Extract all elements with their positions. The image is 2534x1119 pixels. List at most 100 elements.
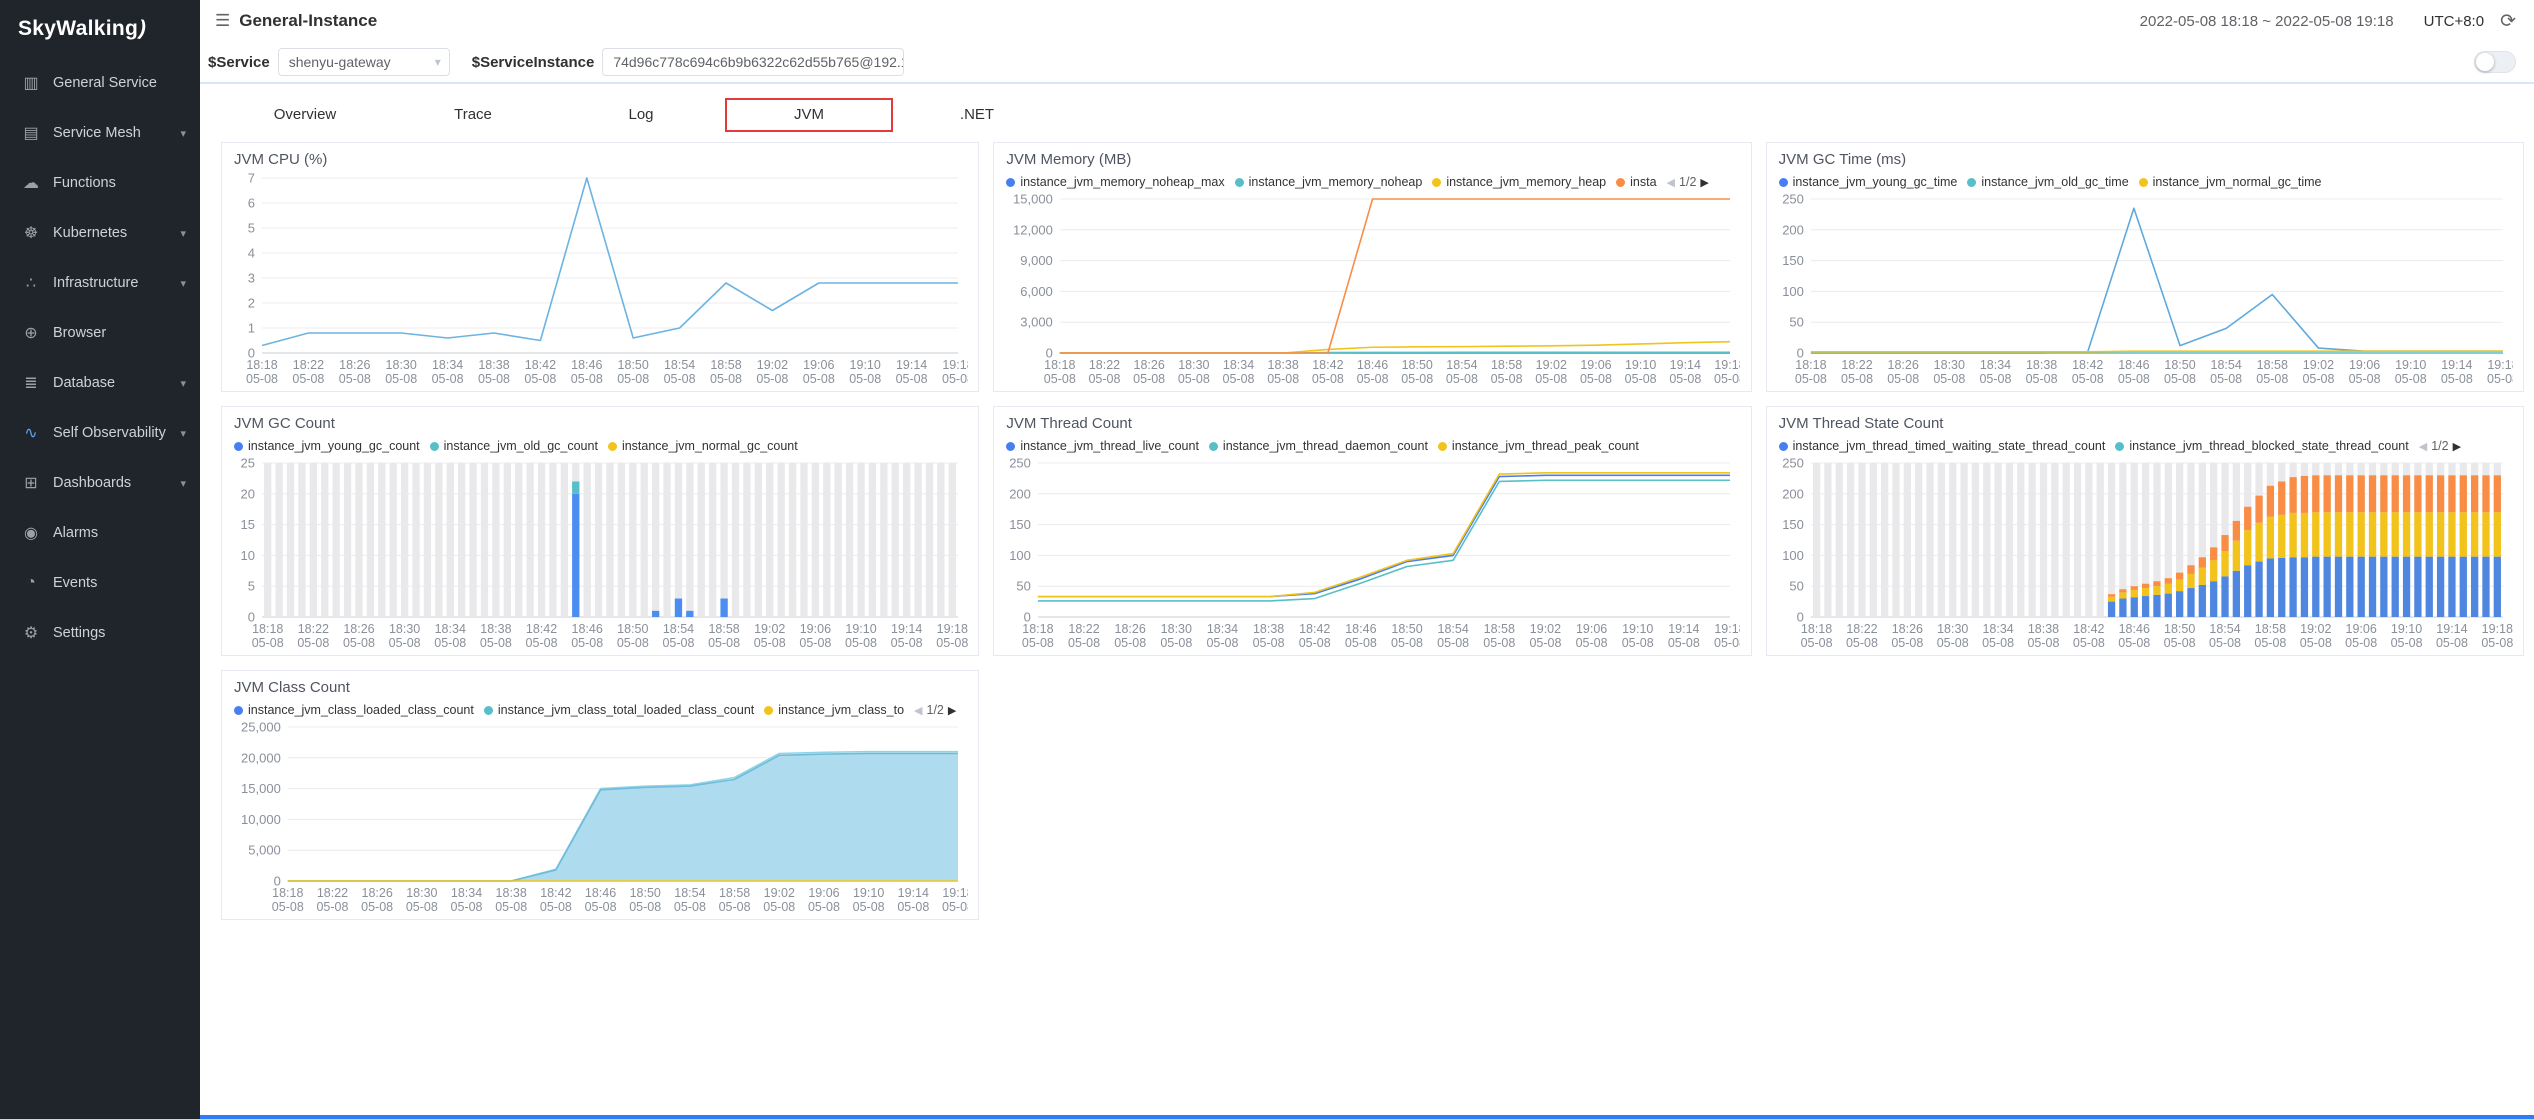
legend-item[interactable]: instance_jvm_old_gc_count [430, 439, 598, 453]
legend-next-icon[interactable]: ▶ [948, 704, 956, 717]
svg-text:18:3005-08: 18:3005-08 [389, 622, 421, 650]
panel-jvm-gc-time: JVM GC Time (ms)instance_jvm_young_gc_ti… [1766, 142, 2524, 392]
legend-item[interactable]: instance_jvm_thread_live_count [1006, 439, 1199, 453]
sidebar-item-kubernetes[interactable]: ☸Kubernetes▾ [0, 208, 200, 258]
legend-item[interactable]: instance_jvm_class_loaded_class_count [234, 703, 474, 717]
timezone-label[interactable]: UTC+8:0 [2424, 13, 2484, 30]
svg-text:4: 4 [248, 246, 255, 261]
legend-label: insta [1630, 175, 1656, 189]
legend-prev-icon[interactable]: ◀ [2419, 440, 2427, 453]
svg-text:18:4205-08: 18:4205-08 [1299, 622, 1331, 650]
svg-text:15: 15 [241, 517, 255, 532]
sidebar-item-settings[interactable]: ⚙Settings [0, 608, 200, 658]
panel-jvm-class-count: JVM Class Countinstance_jvm_class_loaded… [221, 670, 979, 920]
tab-jvm[interactable]: JVM [725, 98, 893, 132]
svg-text:250: 250 [1782, 192, 1804, 207]
service-select[interactable]: shenyu-gateway ▾ [278, 48, 450, 76]
chart-legend: instance_jvm_young_gc_count instance_jvm_… [232, 439, 968, 453]
svg-text:18:2205-08: 18:2205-08 [316, 886, 348, 914]
svg-text:19:1005-08: 19:1005-08 [845, 622, 877, 650]
legend-next-icon[interactable]: ▶ [2453, 440, 2461, 453]
legend-label: instance_jvm_normal_gc_count [622, 439, 798, 453]
svg-text:18:4205-08: 18:4205-08 [2073, 622, 2105, 650]
sidebar: SkyWalking) ▥General Service▤Service Mes… [0, 0, 200, 1119]
toggle-knob [2476, 53, 2494, 71]
panel-jvm-thread-state-count: JVM Thread State Countinstance_jvm_threa… [1766, 406, 2524, 656]
tab-trace[interactable]: Trace [389, 98, 557, 132]
legend-item[interactable]: instance_jvm_class_to [764, 703, 904, 717]
svg-text:19:0205-08: 19:0205-08 [1530, 622, 1562, 650]
svg-text:19:0205-08: 19:0205-08 [2302, 358, 2334, 386]
sidebar-item-alarms[interactable]: ◉Alarms [0, 508, 200, 558]
svg-text:18:5405-08: 18:5405-08 [1437, 622, 1469, 650]
legend-dot [1006, 178, 1015, 187]
kubernetes-icon: ☸ [20, 223, 42, 243]
legend-item[interactable]: instance_jvm_memory_heap [1432, 175, 1606, 189]
time-range-picker[interactable]: 2022-05-08 18:18 ~ 2022-05-08 19:18 [2140, 13, 2394, 30]
legend-prev-icon[interactable]: ◀ [1667, 176, 1675, 189]
sidebar-item-infrastructure[interactable]: ∴Infrastructure▾ [0, 258, 200, 308]
tab-overview[interactable]: Overview [221, 98, 389, 132]
svg-text:19:0605-08: 19:0605-08 [2348, 358, 2380, 386]
svg-text:18:2205-08: 18:2205-08 [1841, 358, 1873, 386]
svg-text:18:5805-08: 18:5805-08 [719, 886, 751, 914]
auto-refresh-toggle[interactable] [2474, 51, 2516, 73]
svg-text:19:1805-08: 19:1805-08 [936, 622, 968, 650]
legend-pagination: ◀ 1/2 ▶ [2419, 439, 2461, 453]
legend-item[interactable]: instance_jvm_young_gc_time [1779, 175, 1958, 189]
legend-label: instance_jvm_thread_peak_count [1452, 439, 1639, 453]
svg-text:19:1005-08: 19:1005-08 [853, 886, 885, 914]
logo-text: SkyWalking [18, 17, 138, 41]
legend-item[interactable]: instance_jvm_thread_peak_count [1438, 439, 1639, 453]
sidebar-item-browser[interactable]: ⊕Browser [0, 308, 200, 358]
legend-item[interactable]: instance_jvm_normal_gc_count [608, 439, 798, 453]
tab-net[interactable]: .NET [893, 98, 1061, 132]
legend-item[interactable]: instance_jvm_old_gc_time [1967, 175, 2128, 189]
legend-item[interactable]: instance_jvm_normal_gc_time [2139, 175, 2322, 189]
svg-text:18:3405-08: 18:3405-08 [1207, 622, 1239, 650]
legend-label: instance_jvm_class_to [778, 703, 904, 717]
menu-toggle-icon[interactable]: ☰ [206, 11, 239, 31]
sidebar-item-general-service[interactable]: ▥General Service [0, 58, 200, 108]
dashboard-tabs: OverviewTraceLogJVM.NET [200, 92, 2534, 138]
sidebar-item-label: Self Observability [53, 425, 180, 441]
legend-next-icon[interactable]: ▶ [1700, 176, 1708, 189]
tab-log[interactable]: Log [557, 98, 725, 132]
sidebar-item-database[interactable]: ≣Database▾ [0, 358, 200, 408]
legend-page-label: 1/2 [2431, 439, 2448, 453]
sidebar-item-service-mesh[interactable]: ▤Service Mesh▾ [0, 108, 200, 158]
legend-label: instance_jvm_young_gc_count [248, 439, 420, 453]
legend-label: instance_jvm_old_gc_time [1981, 175, 2128, 189]
sidebar-item-events[interactable]: ◔Events [0, 558, 200, 608]
logo-swoosh-icon: ) [137, 17, 149, 42]
svg-text:18:2605-08: 18:2605-08 [1887, 358, 1919, 386]
legend-item[interactable]: instance_jvm_young_gc_count [234, 439, 420, 453]
sidebar-item-functions[interactable]: ☁Functions [0, 158, 200, 208]
service-instance-select[interactable]: 74d96c778c694c6b9b6322c62d55b765@192.168… [602, 48, 904, 76]
chart-legend: instance_jvm_thread_timed_waiting_state_… [1777, 439, 2513, 453]
svg-text:15,000: 15,000 [1013, 192, 1053, 207]
legend-label: instance_jvm_memory_noheap [1249, 175, 1423, 189]
legend-item[interactable]: instance_jvm_class_total_loaded_class_co… [484, 703, 754, 717]
refresh-icon[interactable]: ⟳ [2500, 10, 2516, 33]
svg-text:18:5805-08: 18:5805-08 [708, 622, 740, 650]
legend-label: instance_jvm_class_loaded_class_count [248, 703, 474, 717]
sidebar-item-label: Functions [53, 175, 186, 191]
sidebar-item-self-observability[interactable]: ∿Self Observability▾ [0, 408, 200, 458]
sidebar-item-label: Browser [53, 325, 186, 341]
legend-label: instance_jvm_old_gc_count [444, 439, 598, 453]
legend-label: instance_jvm_thread_live_count [1020, 439, 1199, 453]
svg-text:18:4605-08: 18:4605-08 [1345, 622, 1377, 650]
legend-item[interactable]: insta [1616, 175, 1656, 189]
legend-item[interactable]: instance_jvm_memory_noheap [1235, 175, 1423, 189]
legend-prev-icon[interactable]: ◀ [914, 704, 922, 717]
legend-dot [1616, 178, 1625, 187]
legend-dot [2115, 442, 2124, 451]
svg-text:1: 1 [248, 321, 255, 336]
chart-title: JVM Memory (MB) [1004, 151, 1740, 168]
legend-item[interactable]: instance_jvm_thread_blocked_state_thread… [2115, 439, 2408, 453]
legend-item[interactable]: instance_jvm_thread_timed_waiting_state_… [1779, 439, 2106, 453]
legend-item[interactable]: instance_jvm_thread_daemon_count [1209, 439, 1428, 453]
sidebar-item-dashboards[interactable]: ⊞Dashboards▾ [0, 458, 200, 508]
legend-item[interactable]: instance_jvm_memory_noheap_max [1006, 175, 1224, 189]
